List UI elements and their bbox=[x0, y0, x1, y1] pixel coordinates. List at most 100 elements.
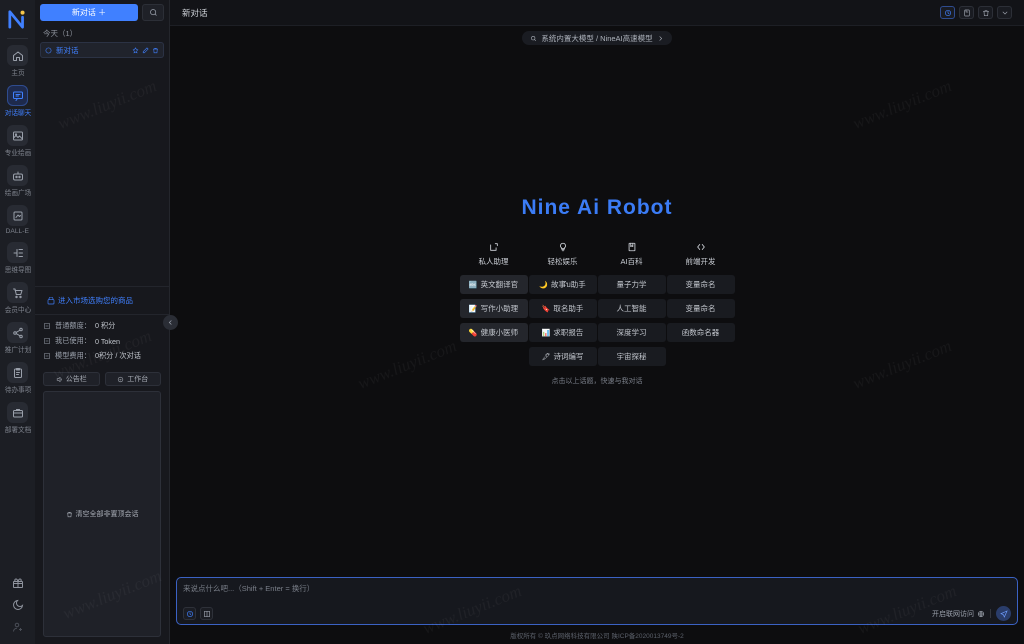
hero-hint: 点击以上话题，快速与我对话 bbox=[551, 378, 643, 385]
category-label: AI百科 bbox=[620, 257, 643, 266]
prompt-cell[interactable]: 📊 求职报告 bbox=[528, 323, 597, 342]
message-input[interactable]: 来说点什么吧...（Shift + Enter = 换行） bbox=[183, 583, 1011, 606]
chat-bubble-icon bbox=[45, 47, 52, 53]
image-icon bbox=[7, 125, 28, 146]
briefcase-icon bbox=[7, 402, 28, 423]
sidebar-collapse-handle[interactable] bbox=[163, 315, 178, 330]
prompt-cell[interactable]: 人工智能 bbox=[597, 299, 666, 318]
prompt-label: 深度学习 bbox=[616, 328, 647, 337]
category-2: AI百科 bbox=[598, 242, 666, 267]
prompt-cell[interactable]: 📝 写作小助理 bbox=[459, 299, 528, 318]
prompt-cell-empty bbox=[667, 347, 735, 366]
clear-conversations-button[interactable]: 清空全部非置顶会话 bbox=[43, 391, 161, 637]
mindmap-icon bbox=[7, 242, 28, 263]
rail-item-4[interactable]: DALL-E bbox=[0, 205, 35, 235]
dalle-icon bbox=[7, 205, 28, 226]
prompt-emoji: 🌙 bbox=[539, 281, 548, 289]
share-icon bbox=[7, 322, 28, 343]
chevron-left-icon bbox=[168, 320, 172, 325]
workbench-icon bbox=[118, 376, 124, 382]
conversation-item[interactable]: 新对话 bbox=[40, 42, 164, 58]
prompt-cell[interactable]: 量子力学 bbox=[597, 275, 666, 294]
category-label: 私人助理 bbox=[478, 257, 509, 266]
prompt-emoji: 🔖 bbox=[541, 305, 551, 313]
prompt-cell[interactable]: 宇宙探秘 bbox=[597, 347, 666, 366]
stat-row: 模型费用： 0积分 / 次对话 bbox=[43, 351, 161, 361]
rail-item-0[interactable]: 主页 bbox=[0, 45, 35, 78]
edit-icon[interactable] bbox=[142, 46, 149, 54]
layout-icon[interactable] bbox=[200, 607, 213, 620]
workbench-button[interactable]: 工作台 bbox=[104, 372, 161, 386]
stat-value: 0 积分 bbox=[94, 321, 116, 330]
dalle-icon bbox=[13, 211, 22, 220]
prompt-cell[interactable]: 🔖 取名助手 bbox=[528, 299, 597, 318]
prompt-emoji: 💊 bbox=[468, 329, 478, 337]
send-button[interactable] bbox=[996, 606, 1011, 621]
prompt-label: 量子力学 bbox=[616, 280, 647, 289]
prompt-label: 求职报告 bbox=[553, 328, 584, 337]
prompt-label: 写作小助理 bbox=[480, 304, 519, 313]
rail-bottom-group bbox=[7, 572, 29, 644]
stat-value: 0积分 / 次对话 bbox=[94, 351, 141, 360]
moon-icon[interactable] bbox=[7, 594, 29, 616]
prompt-cell[interactable]: 深度学习 bbox=[597, 323, 666, 342]
network-access-toggle[interactable]: 开启联网访问 bbox=[932, 609, 985, 619]
prompt-cell[interactable]: 💊 健康小医师 bbox=[459, 323, 528, 342]
rail-item-label: 绘画广场 bbox=[4, 190, 31, 197]
search-icon[interactable] bbox=[142, 4, 164, 21]
rail-item-3[interactable]: 绘画广场 bbox=[0, 165, 35, 198]
rail-item-label: 对话聊天 bbox=[4, 110, 31, 117]
composer[interactable]: 来说点什么吧...（Shift + Enter = 换行） 开启联网访问 bbox=[176, 577, 1018, 625]
network-access-label: 开启联网访问 bbox=[932, 610, 974, 618]
rail-item-8[interactable]: 待办事项 bbox=[0, 362, 35, 395]
prompt-cell[interactable]: 变量命名 bbox=[666, 275, 735, 294]
stat-label: 我已使用： bbox=[55, 336, 91, 345]
market-link[interactable]: 进入市场选购您的商品 bbox=[35, 286, 169, 315]
category-label: 轻松娱乐 bbox=[547, 257, 578, 266]
gift-icon[interactable] bbox=[7, 572, 29, 594]
footer: 版权所有 © 玖点网络科技有限公司 陕ICP备2020013749号-2 bbox=[510, 633, 684, 640]
image-icon bbox=[12, 131, 23, 140]
prompt-cell[interactable]: 函数命名器 bbox=[666, 323, 735, 342]
stat-label: 普通额度： bbox=[55, 321, 91, 330]
user-add-icon[interactable] bbox=[7, 616, 29, 638]
prompt-cell[interactable]: 🔤 英文翻译官 bbox=[459, 275, 528, 294]
nineai-logo[interactable] bbox=[0, 4, 35, 34]
prompt-cell[interactable]: 🌙 故事ับ助手 bbox=[528, 275, 597, 294]
pin-icon[interactable] bbox=[132, 46, 139, 54]
rail-item-6[interactable]: 会员中心 bbox=[0, 282, 35, 315]
clipboard-icon bbox=[13, 367, 22, 378]
new-chat-button[interactable]: 新对话 ＋ bbox=[40, 4, 138, 21]
app-root: www.liuyii.com www.liuyii.com www.liuyii… bbox=[0, 0, 1024, 644]
category-row: 私人助理 轻松娱乐 AI百科 前端开发 bbox=[460, 242, 735, 267]
rail-item-7[interactable]: 推广计划 bbox=[0, 322, 35, 355]
quota-icon bbox=[44, 323, 50, 329]
prompt-emoji: 🖋 bbox=[541, 353, 551, 361]
shop-icon bbox=[47, 296, 55, 304]
conversation-group-label: 今天（1） bbox=[43, 29, 78, 38]
rail-item-1[interactable]: 对话聊天 bbox=[0, 85, 35, 118]
stat-label: 模型费用： bbox=[55, 351, 91, 360]
home-icon bbox=[7, 45, 28, 66]
rail-item-5[interactable]: 思维导图 bbox=[0, 242, 35, 275]
composer-right-group: 开启联网访问 bbox=[932, 606, 1011, 621]
rail-item-9[interactable]: 部署文档 bbox=[0, 402, 35, 435]
prompt-emoji: 📝 bbox=[468, 305, 478, 313]
conversation-list: 新对话 bbox=[35, 42, 169, 286]
delete-icon[interactable] bbox=[152, 47, 159, 54]
hero-title: Nine Ai Robot bbox=[521, 196, 673, 219]
sidebar-header: 新对话 ＋ bbox=[35, 0, 169, 24]
rail-item-2[interactable]: 专业绘画 bbox=[0, 125, 35, 158]
prompt-cell[interactable]: 变量命名 bbox=[666, 299, 735, 318]
briefcase-icon bbox=[12, 408, 23, 417]
history-icon[interactable] bbox=[183, 607, 196, 620]
category-label: 前端开发 bbox=[685, 257, 716, 266]
sidebar-button-row: 公告栏 工作台 bbox=[35, 370, 169, 391]
prompt-cell-empty bbox=[460, 347, 528, 366]
composer-toolbar: 开启联网访问 bbox=[183, 606, 1011, 621]
prompt-cell[interactable]: 🖋 诗词编写 bbox=[528, 347, 597, 366]
rail-item-label: 主页 bbox=[10, 70, 25, 77]
rail-item-label: DALL-E bbox=[5, 228, 30, 235]
conversation-actions bbox=[132, 46, 159, 54]
announcement-button[interactable]: 公告栏 bbox=[43, 372, 100, 386]
